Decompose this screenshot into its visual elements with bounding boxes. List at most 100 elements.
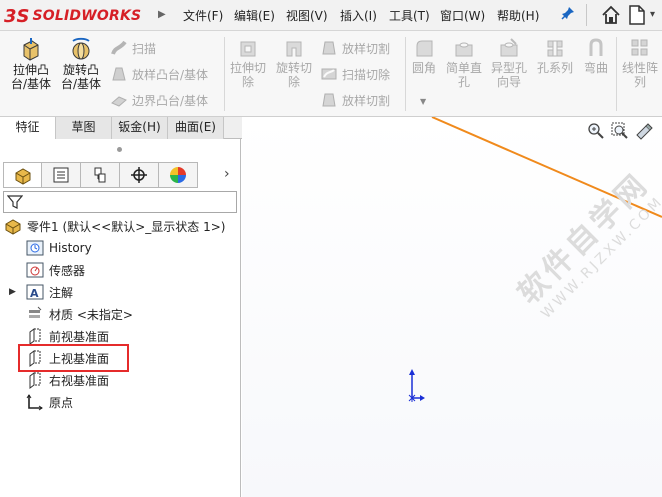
simple-hole-label: 简单直 孔	[445, 61, 482, 89]
hole-series-icon	[547, 40, 563, 57]
tree-item-right-plane[interactable]: 右视基准面	[26, 370, 109, 390]
zoom-to-fit-icon[interactable]	[586, 121, 606, 144]
menu-help[interactable]: 帮助(H)	[497, 7, 539, 24]
revolve-boss-button[interactable]: 旋转凸 台/基体	[58, 37, 104, 91]
more-tabs-chevron-icon[interactable]: ›	[224, 166, 230, 182]
title-bar: 3S SOLIDWORKS ▶ 文件(F) 编辑(E) 视图(V) 插入(I) …	[0, 0, 662, 31]
plane-icon	[29, 372, 41, 389]
loft-cut-label: 放样切割	[342, 41, 391, 56]
menu-file[interactable]: 文件(F)	[183, 7, 223, 24]
property-manager-tab[interactable]	[42, 162, 81, 188]
sketch-canvas	[431, 117, 662, 218]
extrude-boss-button[interactable]: 拉伸凸 台/基体	[8, 37, 54, 91]
loft-cut-button[interactable]: 放样切割	[320, 39, 390, 57]
command-manager-tabs: 特征 草图 钣金(H) 曲面(E)	[0, 117, 243, 139]
linear-pattern-icon	[631, 39, 648, 56]
fillet-dropdown-arrow-icon[interactable]: ▼	[420, 97, 426, 106]
feature-manager-pane: › 零件1 (默认<<默认>_显示状态 1>) History 传感器 ▶ A …	[0, 139, 241, 497]
loft-boss-icon	[112, 67, 126, 81]
boundary-boss-button[interactable]: 边界凸台/基体	[110, 91, 208, 109]
part-icon	[5, 219, 21, 235]
tree-item-material[interactable]: 材质 <未指定>	[26, 304, 133, 324]
linear-pattern-label: 线性阵 列	[621, 61, 658, 89]
extrude-cut-button[interactable]: 拉伸切 除	[228, 37, 268, 89]
loft-boss-label: 放样凸台/基体	[132, 67, 209, 82]
revolve-boss-icon	[72, 37, 90, 60]
loft-boss-button[interactable]: 放样凸台/基体	[110, 65, 208, 83]
graphics-viewport[interactable]: 软件自学网 WWW.RJZXW.COM	[242, 117, 662, 497]
home-icon[interactable]	[600, 4, 622, 29]
pane-splitter-handle[interactable]	[117, 147, 122, 152]
tree-item-label: 传感器	[49, 263, 86, 278]
wrap-button[interactable]: 弯曲	[580, 37, 612, 75]
toolbar-separator	[586, 4, 587, 26]
tree-item-sensors[interactable]: 传感器	[26, 260, 85, 280]
dimxpert-manager-tab[interactable]	[120, 162, 159, 188]
property-list-icon	[53, 167, 69, 183]
simple-hole-button[interactable]: 简单直 孔	[444, 37, 484, 89]
zoom-to-area-icon[interactable]	[610, 121, 630, 144]
menu-edit[interactable]: 编辑(E)	[234, 7, 275, 24]
hole-wizard-label: 异型孔 向导	[490, 61, 527, 89]
boundary-cut-label: 放样切割	[342, 93, 391, 108]
tree-item-origin[interactable]: 原点	[26, 392, 73, 412]
sweep-cut-icon	[321, 68, 337, 80]
previous-view-icon[interactable]	[634, 121, 654, 144]
plane-icon	[29, 328, 41, 345]
pin-icon[interactable]	[561, 6, 575, 24]
tab-sheet-metal[interactable]: 钣金(H)	[112, 117, 168, 139]
menu-insert[interactable]: 插入(I)	[340, 7, 377, 24]
color-wheel-icon	[170, 167, 186, 183]
sweep-cut-button[interactable]: 扫描切除	[320, 65, 390, 83]
tree-root-label: 零件1 (默认<<默认>_显示状态 1>)	[27, 219, 226, 234]
tree-item-label: 右视基准面	[49, 373, 110, 388]
tree-item-front-plane[interactable]: 前视基准面	[26, 326, 109, 346]
fillet-button[interactable]: 圆角	[408, 37, 440, 75]
linear-pattern-button[interactable]: 线性阵 列	[620, 37, 660, 89]
tab-features[interactable]: 特征	[0, 117, 56, 139]
boundary-boss-icon	[111, 96, 127, 107]
command-manager: 拉伸凸 台/基体 旋转凸 台/基体 扫描 放样凸台/基体 边界凸台/基体 拉伸切…	[0, 31, 662, 117]
sweep-icon	[111, 40, 127, 55]
feature-manager-tabs	[3, 162, 198, 188]
new-document-icon[interactable]	[628, 4, 646, 29]
revolve-cut-button[interactable]: 旋转切 除	[274, 37, 314, 89]
tree-item-history[interactable]: History	[26, 238, 92, 258]
sweep-cut-label: 扫描切除	[342, 67, 391, 82]
boundary-cut-button[interactable]: 放样切割	[320, 91, 390, 109]
loft-cut-icon	[322, 41, 336, 55]
boundary-boss-label: 边界凸台/基体	[132, 93, 209, 108]
material-icon	[29, 306, 42, 318]
menu-view[interactable]: 视图(V)	[286, 7, 328, 24]
extrude-boss-label: 拉伸凸 台/基体	[10, 63, 52, 91]
expand-arrow-icon[interactable]: ▶	[9, 287, 16, 297]
feature-filter-input[interactable]	[3, 191, 237, 213]
ribbon-separator	[224, 37, 225, 111]
hole-series-button[interactable]: 孔系列	[534, 37, 576, 75]
configuration-icon	[94, 167, 106, 183]
new-dropdown-arrow-icon[interactable]: ▾	[650, 9, 655, 20]
sweep-label: 扫描	[132, 41, 157, 56]
wrap-label: 弯曲	[583, 61, 608, 75]
tab-surfaces[interactable]: 曲面(E)	[168, 117, 224, 139]
tab-sketch[interactable]: 草图	[56, 117, 112, 139]
history-icon	[26, 240, 44, 256]
display-manager-tab[interactable]	[159, 162, 198, 188]
sensor-icon	[26, 262, 44, 278]
boundary-cut-icon	[322, 93, 336, 107]
logo-menu-arrow-icon[interactable]: ▶	[158, 9, 166, 20]
top-plane-highlight-box	[18, 344, 129, 372]
extrude-boss-icon	[23, 38, 39, 61]
hole-wizard-button[interactable]: 异型孔 向导	[488, 37, 530, 89]
feature-manager-tab[interactable]	[3, 162, 42, 188]
revolve-boss-label: 旋转凸 台/基体	[60, 63, 102, 91]
tree-item-label: 原点	[49, 395, 74, 410]
solidworks-logo[interactable]: 3S SOLIDWORKS	[4, 4, 156, 28]
menu-tools[interactable]: 工具(T)	[389, 7, 430, 24]
fillet-icon	[416, 40, 433, 57]
tree-root-part[interactable]: 零件1 (默认<<默认>_显示状态 1>)	[4, 216, 225, 236]
sweep-button[interactable]: 扫描	[110, 39, 156, 57]
menu-window[interactable]: 窗口(W)	[440, 7, 485, 24]
configuration-manager-tab[interactable]	[81, 162, 120, 188]
tree-item-annotations[interactable]: A 注解	[26, 282, 73, 302]
